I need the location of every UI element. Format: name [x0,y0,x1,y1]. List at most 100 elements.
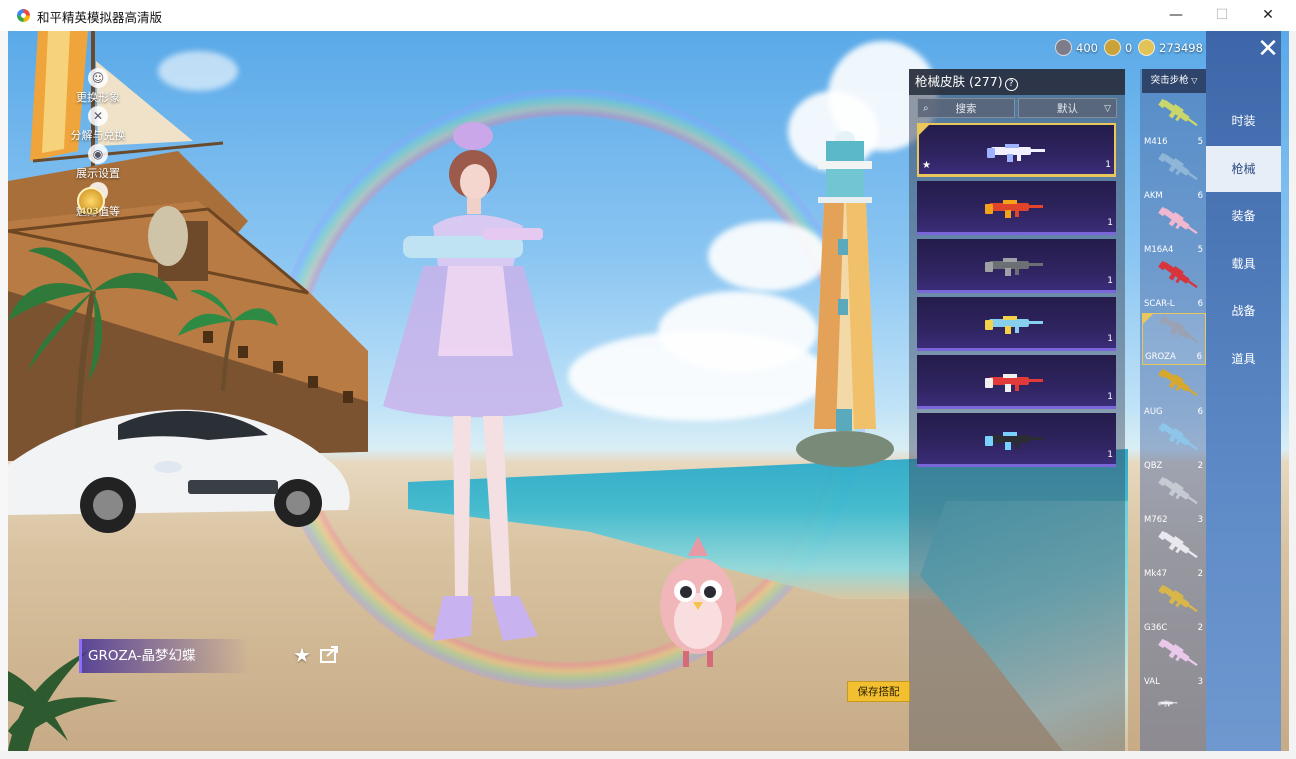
coupon-value: 273498 [1159,40,1203,55]
tab-3[interactable]: 载具 [1206,241,1281,287]
weapon-skin-count: 6 [1197,407,1203,417]
tab-0[interactable]: 时装 [1206,98,1281,144]
eye-icon: ◉ [88,144,108,164]
weapon-item-val[interactable]: VAL 3 [1142,637,1206,689]
save-outfit-button[interactable]: 保存搭配 [847,681,910,702]
weapon-name: M16A4 [1144,245,1174,255]
weapon-item-m416[interactable]: M416 5 [1142,97,1206,149]
beach-plant [8,651,118,751]
weapon-skin-count: 2 [1197,461,1203,471]
left-edge [0,31,8,759]
weapon-item-mk47[interactable]: Mk47 2 [1142,529,1206,581]
weapon-item-qbz[interactable]: QBZ 2 [1142,421,1206,473]
selected-marker-icon [1143,314,1153,324]
change-appearance-button[interactable]: ☺ 更换形象 [68,68,128,105]
character-model [383,122,563,641]
display-settings-label: 展示设置 [76,167,120,180]
weapon-skin-count: 3 [1197,677,1203,687]
app-logo-icon [17,9,30,22]
weapon-item-scar-l[interactable]: SCAR-L 6 [1142,259,1206,311]
weapon-item-akm[interactable]: AKM 6 [1142,151,1206,203]
window-titlebar: 和平精英模拟器高清版 — ☐ ✕ [0,0,1296,32]
weapon-name: SCAR-L [1144,299,1175,309]
points-icon [1055,39,1072,56]
weapon-item-g36c[interactable]: G36C 2 [1142,583,1206,635]
weapon-name: QBZ [1144,461,1163,471]
weapon-item-m16a4[interactable]: M16A4 5 [1142,205,1206,257]
weapon-skin-count: 5 [1197,137,1203,147]
sort-dropdown[interactable]: 默认 ▽ [1018,98,1117,118]
skin-search-input[interactable]: ⌕ 搜索 [917,98,1015,118]
skin-card[interactable]: 1 [917,413,1116,467]
weapon-item-aug[interactable]: AUG 6 [1142,367,1206,419]
weapon-name: VAL [1144,677,1160,687]
skin-count: 1 [1107,450,1113,460]
skin-panel-header: 枪械皮肤 (277)? [909,69,1125,95]
skin-gun-image [985,195,1045,219]
palm-tree [178,289,278,391]
weapon-name: GROZA [1145,352,1176,362]
skin-gun-image [985,427,1045,451]
window-title: 和平精英模拟器高清版 [37,10,163,25]
share-icon[interactable] [320,645,340,663]
token-value: 0 [1125,40,1133,55]
help-icon[interactable]: ? [1004,78,1018,91]
weapon-name: AUG [1144,407,1163,417]
tab-2[interactable]: 装备 [1206,193,1281,239]
lighthouse [796,131,894,467]
tab-1[interactable]: 枪械 [1206,145,1281,192]
skin-count: 1 [1107,392,1113,402]
chevron-down-icon: ▽ [1188,76,1198,85]
skin-count: 1 [1107,276,1113,286]
person-icon: ☺ [88,68,108,88]
skin-gun-image [985,311,1045,335]
weapon-skin-count: 5 [1197,245,1203,255]
search-icon: ⌕ [923,103,929,114]
currency-points: 400 [1055,39,1098,56]
change-appearance-label: 更换形象 [76,91,120,104]
favorite-star-icon[interactable]: ★ [293,643,311,667]
favorite-star-icon: ★ [922,160,931,171]
weapon-skin-count: 6 [1197,299,1203,309]
skin-gun-image [985,253,1045,277]
skin-card[interactable]: 1 [917,239,1116,293]
weapon-skin-count: 2 [1197,623,1203,633]
tab-4[interactable]: 战备 [1206,288,1281,334]
weapon-skin-count: 6 [1197,191,1203,201]
chevron-down-icon: ▽ [1104,104,1111,114]
decompose-icon: ✕ [88,106,108,126]
cloud [658,291,818,371]
right-edge [1289,31,1296,759]
sports-car [8,409,350,533]
selected-marker-icon [919,125,929,135]
decompose-exchange-button[interactable]: ✕ 分解与兑换 [68,106,128,143]
weapon-item-partial[interactable] [1158,692,1178,708]
coupon-icon [1138,39,1155,56]
skin-card[interactable]: 1 [917,355,1116,409]
maximize-button[interactable]: ☐ [1199,0,1245,31]
weapon-item-m762[interactable]: M762 3 [1142,475,1206,527]
skin-gun-image [987,139,1047,163]
close-icon[interactable]: ✕ [1254,36,1282,64]
window-close-button[interactable]: ✕ [1245,0,1291,31]
skin-card[interactable]: 1 ★ [917,123,1116,177]
skin-count: 1 [1107,218,1113,228]
skin-card[interactable]: 1 [917,181,1116,235]
skin-panel-title: 枪械皮肤 (277) [915,74,1003,89]
weapon-skin-count: 3 [1197,515,1203,525]
skin-count: 1 [1105,160,1111,170]
weapon-category-dropdown[interactable]: 突击步枪 ▽ [1142,69,1206,93]
minimize-button[interactable]: — [1153,0,1199,31]
weapon-item-groza[interactable]: GROZA 6 [1142,313,1206,365]
skin-gun-image [985,369,1045,393]
rank-value: 403 [80,207,99,217]
skin-card[interactable]: 1 [917,297,1116,351]
sort-label: 默认 [1057,103,1078,115]
weapon-name: Mk47 [1144,569,1168,579]
display-settings-button[interactable]: ◉ 展示设置 [68,144,128,181]
points-value: 400 [1076,40,1098,55]
currency-coupon: 273498 [1138,39,1203,56]
skin-count: 1 [1107,334,1113,344]
tab-5[interactable]: 道具 [1206,336,1281,382]
weapon-name: AKM [1144,191,1163,201]
